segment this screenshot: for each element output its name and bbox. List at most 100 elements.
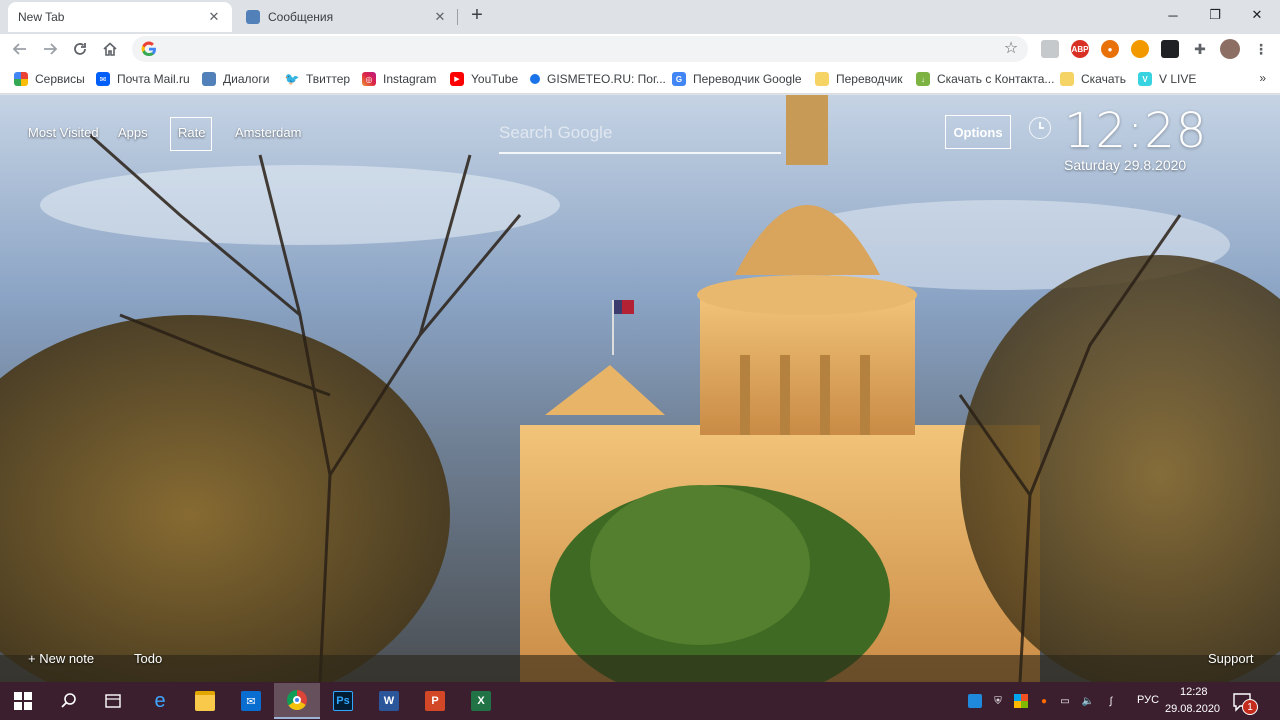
close-icon[interactable]: ✕ — [432, 9, 448, 25]
gismeteo-icon — [530, 74, 540, 84]
pen-icon[interactable]: ∫ — [1104, 694, 1118, 708]
powerpoint-icon: P — [425, 691, 445, 711]
most-visited-link[interactable]: Most Visited — [28, 125, 99, 140]
bookmark-label: Скачать с Контакта... — [937, 72, 1055, 86]
tray-clock-date[interactable]: 29.08.2020 — [1165, 703, 1220, 715]
bookmark-label: Переводчик — [836, 72, 903, 86]
extension-fire-icon[interactable]: ● — [1101, 40, 1119, 58]
edge-icon: e — [154, 689, 166, 712]
google-g-icon — [141, 41, 156, 57]
close-icon[interactable]: ✕ — [206, 9, 222, 25]
reload-icon — [74, 43, 86, 55]
volume-icon[interactable]: 🔈 — [1081, 694, 1095, 708]
task-view-icon — [105, 694, 121, 708]
chat-icon — [202, 72, 216, 86]
bookmark-gismeteo[interactable]: GISMETEO.RU: Пог... — [530, 71, 666, 87]
adblock-plus-icon[interactable]: ABP — [1071, 40, 1089, 58]
tray-clock-time[interactable]: 12:28 — [1180, 686, 1208, 698]
bookmark-twitter[interactable]: 🐦 Твиттер — [284, 71, 351, 87]
tab-messages[interactable]: Сообщения ✕ — [236, 2, 458, 32]
new-tab-button[interactable]: + — [466, 5, 488, 27]
bookmark-label: Instagram — [383, 72, 437, 86]
excel-icon: X — [471, 691, 491, 711]
minimize-button[interactable]: ─ — [1150, 0, 1196, 30]
support-link[interactable]: Support — [1208, 651, 1254, 666]
taskbar-powerpoint[interactable]: P — [412, 683, 458, 719]
task-view-button[interactable] — [90, 683, 136, 719]
search-button[interactable] — [46, 683, 92, 719]
options-button[interactable]: Options — [945, 115, 1011, 149]
reload-button[interactable] — [68, 37, 92, 61]
location-link[interactable]: Amsterdam — [235, 125, 301, 140]
forward-button[interactable] — [38, 37, 62, 61]
download-icon: ↓ — [916, 72, 930, 86]
bookmark-youtube[interactable]: ▶ YouTube — [450, 71, 518, 87]
close-window-button[interactable]: ✕ — [1234, 0, 1280, 30]
apps-link[interactable]: Apps — [118, 125, 148, 140]
start-button[interactable] — [0, 683, 46, 719]
taskbar-excel[interactable]: X — [458, 683, 504, 719]
new-tab-page: Most Visited Apps Rate Amsterdam Options… — [0, 95, 1280, 682]
bookmark-label: Переводчик Google — [693, 72, 802, 86]
bookmarks-bar: Сервисы ✉ Почта Mail.ru Диалоги 🐦 Твитте… — [0, 64, 1280, 94]
shield-icon[interactable]: ⛨ — [991, 694, 1005, 708]
arrow-right-icon — [44, 43, 58, 55]
bookmarks-overflow-chevron-icon[interactable]: » — [1259, 71, 1266, 85]
bookmark-google-translate[interactable]: G Переводчик Google — [672, 71, 802, 87]
tray-colorful-icon[interactable] — [1014, 694, 1028, 708]
extensions-puzzle-icon[interactable]: ✚ — [1191, 40, 1209, 58]
windows-taskbar: e ✉ Ps W P X ⛨ ● ▭ 🔈 ∫ РУС 12:28 29.08.2… — [0, 682, 1280, 720]
new-note-button[interactable]: + New note — [28, 651, 94, 666]
chrome-icon — [287, 690, 307, 710]
bookmark-folder-translator[interactable]: Переводчик — [815, 71, 903, 87]
fire-icon[interactable]: ● — [1037, 694, 1051, 708]
extension-orange-icon[interactable] — [1131, 40, 1149, 58]
menu-kebab-icon[interactable]: ⋮ — [1252, 40, 1270, 58]
taskbar-mail[interactable]: ✉ — [228, 683, 274, 719]
taskbar-chrome[interactable] — [274, 683, 320, 719]
tab-title: New Tab — [18, 10, 65, 24]
extension-cube-icon[interactable] — [1161, 40, 1179, 58]
bookmark-services[interactable]: Сервисы — [14, 71, 85, 87]
tab-new-tab[interactable]: New Tab ✕ — [8, 2, 232, 32]
bookmark-label: Сервисы — [35, 72, 85, 86]
bookmark-vlive[interactable]: V V LIVE — [1138, 71, 1196, 87]
language-indicator[interactable]: РУС — [1137, 694, 1159, 706]
extension-translate-icon[interactable] — [1041, 40, 1059, 58]
bookmark-download-vk[interactable]: ↓ Скачать с Контакта... — [916, 71, 1054, 87]
taskbar-file-explorer[interactable] — [182, 683, 228, 719]
twitter-icon: 🐦 — [284, 72, 300, 86]
taskbar-photoshop[interactable]: Ps — [320, 683, 366, 719]
bookmark-label: Скачать — [1081, 72, 1126, 86]
home-icon — [103, 42, 117, 56]
vlive-icon: V — [1138, 72, 1152, 86]
tray-app-icon[interactable] — [968, 694, 982, 708]
bookmark-label: Диалоги — [223, 72, 270, 86]
bookmark-dialogs[interactable]: Диалоги — [202, 71, 269, 87]
network-icon[interactable]: ▭ — [1058, 694, 1072, 708]
clock-date: Saturday 29.8.2020 — [1064, 157, 1187, 173]
taskbar-word[interactable]: W — [366, 683, 412, 719]
search-underline — [499, 152, 781, 154]
bookmark-label: YouTube — [471, 72, 519, 86]
clock-icon[interactable] — [1029, 117, 1051, 139]
bookmark-folder-download[interactable]: Скачать — [1060, 71, 1126, 87]
bookmark-label: V LIVE — [1159, 72, 1197, 86]
bookmark-mail-ru[interactable]: ✉ Почта Mail.ru — [96, 71, 190, 87]
home-button[interactable] — [98, 37, 122, 61]
clock-time: 12:28 — [1064, 103, 1208, 159]
youtube-icon: ▶ — [450, 72, 464, 86]
taskbar-edge[interactable]: e — [137, 683, 183, 719]
bookmark-star-icon[interactable]: ☆ — [1002, 40, 1020, 58]
bookmark-instagram[interactable]: ◎ Instagram — [362, 71, 436, 87]
restore-button[interactable]: ❐ — [1192, 0, 1238, 30]
folder-icon — [1060, 72, 1074, 86]
back-button[interactable] — [8, 37, 32, 61]
todo-link[interactable]: Todo — [134, 651, 162, 666]
rate-link[interactable]: Rate — [178, 125, 205, 140]
profile-avatar[interactable] — [1220, 39, 1240, 59]
address-bar[interactable]: ☆ — [132, 36, 1028, 62]
search-input[interactable] — [499, 119, 781, 147]
word-icon: W — [379, 691, 399, 711]
address-input[interactable] — [162, 40, 992, 58]
